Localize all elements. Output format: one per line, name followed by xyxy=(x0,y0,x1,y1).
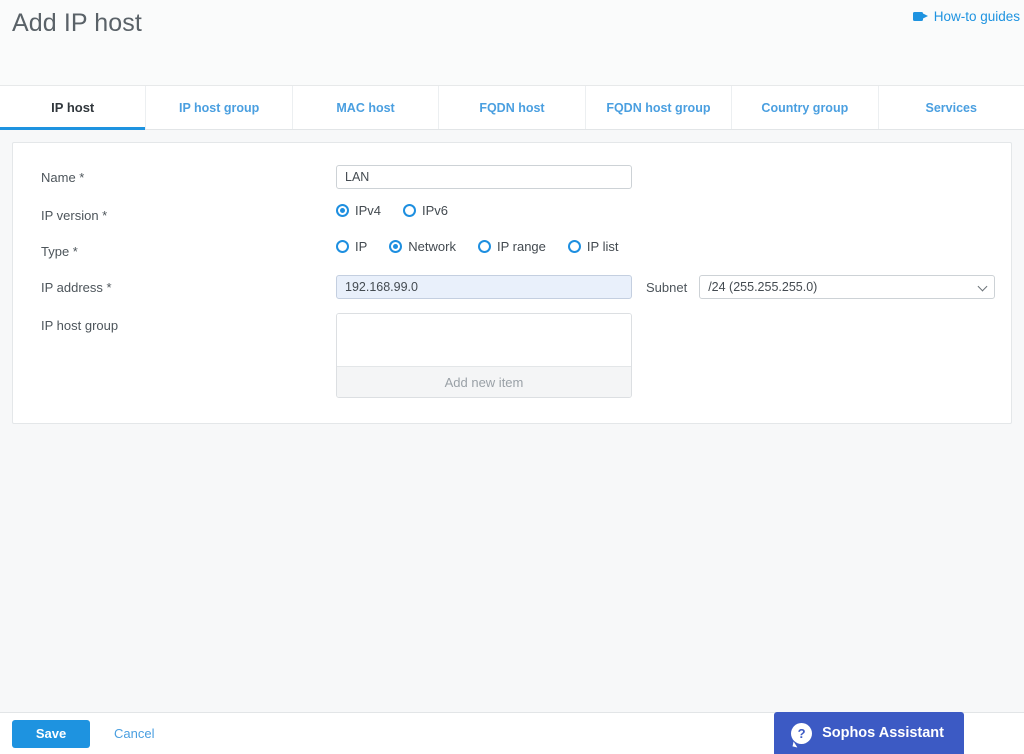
ip-address-input[interactable] xyxy=(336,275,632,299)
video-camera-icon xyxy=(912,11,928,22)
sophos-assistant-label: Sophos Assistant xyxy=(822,725,944,741)
subnet-select-wrap: /24 (255.255.255.0) /25 (255.255.255.128… xyxy=(699,275,996,299)
ip-host-group-listbox[interactable] xyxy=(337,314,631,366)
how-to-guides-link[interactable]: How-to guides xyxy=(912,9,1020,24)
radio-ip[interactable]: IP xyxy=(336,239,367,254)
ip-version-label: IP version * xyxy=(41,208,108,223)
ip-host-group-multiselect[interactable]: Add new item xyxy=(336,313,632,398)
tab-fqdn-host[interactable]: FQDN host xyxy=(439,86,586,129)
subnet-label: Subnet xyxy=(646,279,688,295)
type-label: Type * xyxy=(41,244,78,259)
page-header: Add IP host How-to guides xyxy=(0,0,1024,86)
radio-mark-icon xyxy=(389,240,403,253)
type-radio-group: IP Network IP range IP list xyxy=(336,239,618,254)
tab-country-group[interactable]: Country group xyxy=(732,86,879,129)
page-title: Add IP host xyxy=(12,9,142,37)
ip-host-form-card: Name * IP version * IPv4 IPv6 xyxy=(12,142,1012,424)
tab-services[interactable]: Services xyxy=(878,86,1024,129)
radio-label: Network xyxy=(408,239,456,254)
radio-label: IP range xyxy=(496,239,546,254)
tab-label: Country group xyxy=(761,100,849,115)
radio-mark-icon xyxy=(567,240,581,253)
radio-ip-range[interactable]: IP range xyxy=(477,239,546,254)
radio-network[interactable]: Network xyxy=(389,239,456,254)
cancel-button[interactable]: Cancel xyxy=(108,722,160,745)
tab-label: IP host group xyxy=(178,100,260,115)
radio-label: IP xyxy=(355,239,368,254)
form-row-name: Name * xyxy=(13,165,1011,189)
save-button[interactable]: Save xyxy=(12,719,90,748)
sophos-assistant-button[interactable]: ? Sophos Assistant xyxy=(774,712,964,754)
tab-label: FQDN host xyxy=(479,100,545,115)
radio-mark-icon xyxy=(336,240,349,253)
tab-mac-host[interactable]: MAC host xyxy=(292,86,440,129)
footer-bar: Save Cancel ? Sophos Assistant xyxy=(0,712,1024,754)
tab-fqdn-host-group[interactable]: FQDN host group xyxy=(585,86,733,129)
question-mark-glyph: ? xyxy=(797,725,806,741)
form-row-type: Type * IP Network IP range IP list xyxy=(13,239,1011,261)
tab-ip-host[interactable]: IP host xyxy=(0,86,147,130)
tab-label: Services xyxy=(925,100,977,115)
tab-bar: IP host IP host group MAC host FQDN host… xyxy=(0,86,1024,130)
radio-mark-icon xyxy=(403,204,417,217)
tab-label: IP host xyxy=(51,100,95,115)
radio-mark-icon xyxy=(336,204,349,217)
form-row-ip-version: IP version * IPv4 IPv6 xyxy=(13,203,1011,225)
radio-label: IPv6 xyxy=(422,203,449,218)
radio-ipv4[interactable]: IPv4 xyxy=(336,203,381,218)
tab-ip-host-group[interactable]: IP host group xyxy=(146,86,293,129)
radio-ipv6[interactable]: IPv6 xyxy=(403,203,448,218)
name-label: Name * xyxy=(41,170,85,185)
name-input[interactable] xyxy=(336,165,632,189)
ip-address-label: IP address * xyxy=(41,280,112,295)
add-new-item-button[interactable]: Add new item xyxy=(337,366,631,397)
question-bubble-icon: ? xyxy=(791,722,813,744)
how-to-guides-label: How-to guides xyxy=(933,9,1020,24)
radio-label: IPv4 xyxy=(355,203,382,218)
tab-label: FQDN host group xyxy=(606,100,711,115)
radio-mark-icon xyxy=(477,240,491,253)
ip-host-group-label: IP host group xyxy=(41,318,119,333)
form-row-ip-host-group: IP host group Add new item xyxy=(13,313,1011,398)
content-area: Name * IP version * IPv4 IPv6 xyxy=(0,130,1024,711)
form-row-ip-address: IP address * Subnet /24 (255.255.255.0) … xyxy=(13,275,1011,299)
tab-label: MAC host xyxy=(336,100,395,115)
radio-ip-list[interactable]: IP list xyxy=(567,239,619,254)
add-new-item-label: Add new item xyxy=(444,374,524,390)
radio-label: IP list xyxy=(586,239,619,254)
subnet-select[interactable]: /24 (255.255.255.0) /25 (255.255.255.128… xyxy=(699,275,996,299)
ip-version-radio-group: IPv4 IPv6 xyxy=(336,203,448,218)
